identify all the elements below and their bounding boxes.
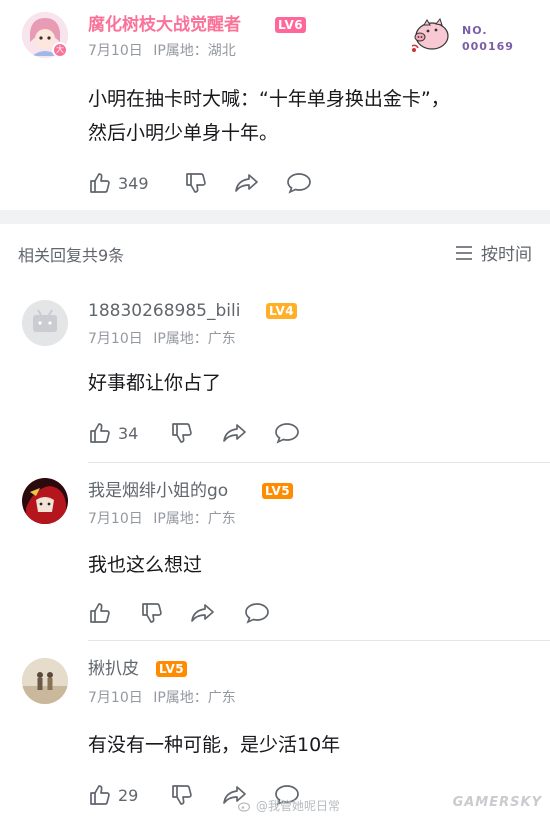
- level-badge: LV5: [262, 483, 294, 499]
- comment-meta: 7月10日 IP属地：广东: [88, 510, 242, 528]
- like-button[interactable]: 34: [88, 420, 138, 446]
- action-bar: [88, 600, 550, 626]
- sort-lines-icon: [456, 245, 472, 260]
- username[interactable]: 揪扒皮: [88, 658, 139, 680]
- ip-location: IP属地：广东: [153, 690, 236, 706]
- reply-button[interactable]: [244, 600, 270, 626]
- badge-no-label: NO.: [462, 24, 488, 37]
- sort-label: 按时间: [481, 245, 532, 265]
- like-count: 29: [118, 785, 139, 805]
- reply-item: 18830268985_bili LV4 7月10日 IP属地：广东 好事都让你…: [0, 290, 550, 463]
- level-badge: LV4: [266, 303, 298, 319]
- dislike-button[interactable]: [170, 420, 194, 446]
- like-count: 349: [118, 173, 149, 193]
- comment-content: 我也这么想过: [88, 554, 203, 576]
- badge-no-value: 000169: [462, 40, 514, 53]
- comment-bubble-icon: [275, 423, 299, 444]
- reply-button[interactable]: [286, 170, 312, 196]
- dislike-button[interactable]: [184, 170, 208, 196]
- main-comment: 大 腐化树枝大战觉醒者 LV6 NO. 000169 7月10日 IP属地：湖北…: [0, 0, 550, 210]
- reply-button[interactable]: [274, 420, 300, 446]
- username[interactable]: 18830268985_bili: [88, 300, 240, 322]
- pig-mascot-icon: [411, 17, 449, 52]
- content-line: 小明在抽卡时大喊：“十年单身换出金卡”，: [88, 88, 450, 110]
- weibo-handle: @我管她呢日常: [256, 799, 341, 813]
- dislike-button[interactable]: [170, 782, 194, 808]
- username[interactable]: 腐化树枝大战觉醒者: [88, 14, 241, 36]
- thumbs-up-icon: [90, 173, 110, 193]
- comment-content: 小明在抽卡时大喊：“十年单身换出金卡”， 然后小明少单身十年。: [88, 82, 538, 150]
- weibo-watermark: @我管她呢日常: [238, 797, 340, 814]
- like-count: 34: [118, 423, 139, 443]
- site-watermark: GAMERSKY: [452, 795, 542, 810]
- action-bar: 349: [88, 170, 550, 196]
- like-button[interactable]: 29: [88, 782, 138, 808]
- content-line: 然后小明少单身十年。: [88, 122, 279, 144]
- username[interactable]: 我是烟绯小姐的go: [88, 480, 228, 502]
- comment-meta: 7月10日 IP属地：湖北: [88, 42, 242, 60]
- dislike-button[interactable]: [140, 600, 164, 626]
- thumbs-down-icon: [172, 423, 192, 443]
- thumbs-up-icon: [90, 785, 110, 805]
- weibo-logo-icon: [238, 801, 251, 812]
- level-badge: LV6: [275, 17, 307, 33]
- share-icon: [235, 174, 258, 192]
- share-icon: [223, 424, 246, 442]
- avatar[interactable]: [22, 300, 68, 346]
- comment-bubble-icon: [287, 173, 311, 194]
- reply-divider: [88, 640, 550, 641]
- like-button[interactable]: [88, 600, 118, 626]
- action-bar: 34: [88, 420, 550, 446]
- thumbs-down-icon: [186, 173, 206, 193]
- reply-item: 揪扒皮 LV5 7月10日 IP属地：广东 有没有一种可能，是少活10年 29: [0, 646, 550, 817]
- ip-location: IP属地：广东: [153, 331, 236, 347]
- replies-header: 相关回复共9条 按时间: [0, 232, 550, 272]
- share-button[interactable]: [234, 170, 260, 196]
- share-button[interactable]: [190, 600, 216, 626]
- comment-date: 7月10日: [88, 511, 143, 527]
- level-badge: LV5: [156, 661, 188, 677]
- thumbs-down-icon: [142, 603, 162, 623]
- comment-date: 7月10日: [88, 43, 143, 59]
- comment-meta: 7月10日 IP属地：广东: [88, 689, 242, 707]
- fan-badge: NO. 000169: [406, 10, 526, 60]
- share-button[interactable]: [222, 420, 248, 446]
- thumbs-down-icon: [172, 785, 192, 805]
- comment-content: 好事都让你占了: [88, 372, 222, 394]
- ip-location: IP属地：广东: [153, 511, 236, 527]
- comment-date: 7月10日: [88, 690, 143, 706]
- thumbs-up-icon: [90, 423, 110, 443]
- vip-mark-icon: 大: [52, 42, 68, 58]
- section-separator: [0, 210, 550, 224]
- thumbs-up-icon: [90, 603, 110, 623]
- avatar[interactable]: [22, 658, 68, 704]
- avatar[interactable]: [22, 478, 68, 524]
- reply-item: 我是烟绯小姐的go LV5 7月10日 IP属地：广东 我也这么想过: [0, 466, 550, 641]
- like-button[interactable]: 349: [88, 170, 149, 196]
- default-avatar-tv-icon: [22, 300, 68, 346]
- comment-date: 7月10日: [88, 331, 143, 347]
- reply-count-label: 相关回复共9条: [18, 246, 125, 265]
- sort-by-time-button[interactable]: 按时间: [455, 240, 532, 265]
- comment-bubble-icon: [245, 603, 269, 624]
- share-icon: [191, 604, 214, 622]
- comment-meta: 7月10日 IP属地：广东: [88, 330, 242, 348]
- comment-content: 有没有一种可能，是少活10年: [88, 734, 341, 756]
- reply-divider: [88, 462, 550, 463]
- ip-location: IP属地：湖北: [153, 43, 236, 59]
